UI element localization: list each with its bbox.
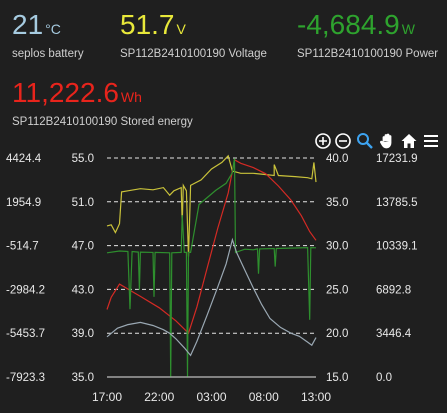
tick-label-temperature-right: 40.0 (326, 153, 348, 165)
voltage-label: SP112B2410100190 Voltage (120, 48, 267, 60)
tick-label-temperature-right: 35.0 (326, 197, 348, 209)
stat-battery-temperature: 21 °C seplos battery (12, 9, 84, 61)
home-icon[interactable] (400, 132, 418, 150)
tick-label-voltage-left: 39.0 (72, 328, 94, 340)
x-tick-label: 22:00 (144, 390, 174, 404)
power-label: SP112B2410100190 Power (297, 48, 439, 60)
tick-label-temperature-right: 30.0 (326, 241, 348, 253)
chart-grid (107, 157, 316, 378)
tick-label-power-left: -2984.2 (6, 284, 45, 296)
voltage-unit: V (176, 21, 186, 37)
stored-energy-value: 11,222.6 Wh (12, 77, 142, 108)
tick-label-voltage-left: 43.0 (72, 284, 94, 296)
series-line-temperature-right (106, 158, 317, 335)
tick-label-power-left: 4424.4 (6, 153, 42, 165)
history-chart: 4424.4 55.0 40.0 17231.9 1954.9 51.0 35.0 13785… (6, 153, 418, 404)
tick-label-voltage-left: 47.0 (72, 241, 94, 253)
tick-label-voltage-left: 51.0 (72, 197, 94, 209)
tick-label-power-left: -7923.3 (6, 372, 45, 384)
battery-temperature-value: 21 °C (12, 9, 61, 40)
tick-label-temperature-right: 25.0 (326, 284, 348, 296)
tick-label-energy-right: 6892.8 (376, 284, 411, 296)
stored-energy-label: SP112B2410100190 Stored energy (12, 116, 193, 128)
voltage-value: 51.7 V (120, 9, 186, 40)
stat-stored-energy: 11,222.6 Wh SP112B2410100190 Stored energ… (12, 77, 193, 129)
power-unit: W (401, 21, 415, 37)
chart-toolbar (314, 132, 442, 152)
battery-temperature-unit: °C (45, 21, 61, 37)
tick-label-power-left: 1954.9 (6, 197, 41, 209)
zoom-out-icon[interactable] (334, 132, 352, 150)
pan-hand-icon[interactable] (378, 132, 396, 150)
x-tick-label: 08:00 (249, 390, 279, 404)
series-line-energy-right (106, 237, 317, 357)
x-tick-label: 17:00 (92, 390, 122, 404)
battery-temperature-label: seplos battery (12, 48, 84, 60)
tick-label-temperature-right: 15.0 (326, 372, 348, 384)
tick-label-energy-right: 0.0 (376, 372, 392, 384)
tick-label-voltage-left: 55.0 (72, 153, 94, 165)
series-line-power-left (106, 158, 317, 377)
tick-label-power-left: -5453.7 (6, 328, 45, 340)
chart-axis-labels: 4424.4 55.0 40.0 17231.9 1954.9 51.0 35.0 13785… (6, 153, 418, 404)
tick-label-energy-right: 3446.4 (376, 328, 412, 340)
tick-label-temperature-right: 20.0 (326, 328, 348, 340)
tick-label-voltage-left: 35.0 (72, 372, 94, 384)
tick-label-energy-right: 17231.9 (376, 153, 418, 165)
tick-label-energy-right: 10339.1 (376, 241, 418, 253)
power-value: -4,684.9 W (297, 9, 415, 40)
stored-energy-unit: Wh (120, 89, 142, 105)
tick-label-power-left: -514.7 (6, 241, 39, 253)
stat-power: -4,684.9 W SP112B2410100190 Power (297, 9, 439, 61)
zoom-in-icon[interactable] (314, 132, 332, 150)
stat-voltage: 51.7 V SP112B2410100190 Voltage (120, 9, 267, 61)
x-tick-label: 13:00 (301, 390, 331, 404)
tick-label-energy-right: 13785.5 (376, 197, 418, 209)
series-line-voltage-left (106, 154, 317, 257)
x-tick-label: 03:00 (196, 390, 226, 404)
magnify-icon[interactable] (356, 132, 374, 150)
chart-series (106, 154, 317, 377)
menu-icon[interactable] (422, 132, 440, 150)
